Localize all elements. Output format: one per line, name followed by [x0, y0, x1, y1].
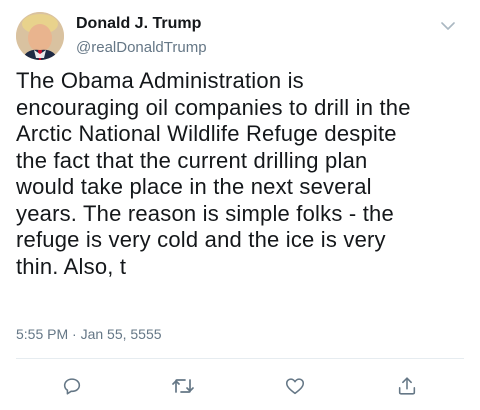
reply-icon [63, 378, 81, 395]
tweet-timestamp[interactable]: 5:55 PM · Jan 55, 5555 [16, 326, 162, 342]
user-handle[interactable]: @realDonaldTrump [76, 38, 207, 58]
chevron-down-icon[interactable] [436, 14, 460, 38]
tweet-card: Donald J. Trump @realDonaldTrump The Oba… [0, 0, 480, 410]
user-block: Donald J. Trump @realDonaldTrump [76, 14, 207, 58]
reply-button[interactable] [56, 370, 88, 402]
display-name[interactable]: Donald J. Trump [76, 14, 207, 34]
divider [16, 358, 464, 359]
heart-icon [285, 378, 305, 395]
tweet-text: The Obama Administration is encouraging … [16, 68, 411, 279]
share-button[interactable] [391, 370, 423, 402]
action-bar [0, 370, 480, 402]
retweet-button[interactable] [167, 370, 199, 402]
like-button[interactable] [279, 370, 311, 402]
avatar[interactable] [16, 12, 64, 60]
share-icon [398, 377, 416, 395]
avatar-image [16, 12, 64, 60]
tweet-header: Donald J. Trump @realDonaldTrump [16, 12, 464, 64]
retweet-icon [172, 379, 194, 393]
